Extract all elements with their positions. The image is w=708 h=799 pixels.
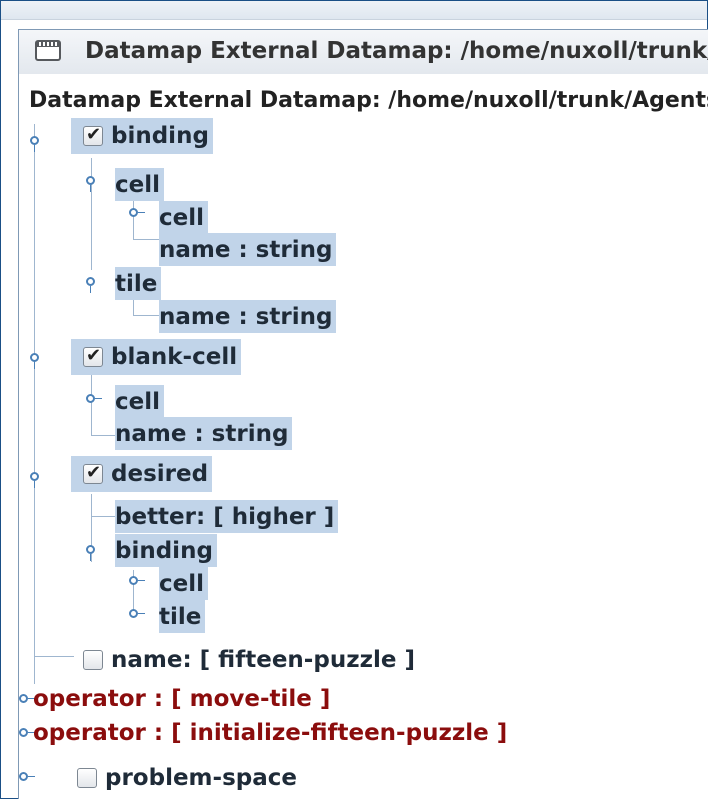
tree-line xyxy=(34,656,74,657)
tree-line xyxy=(34,124,35,684)
checkbox-checked-icon[interactable] xyxy=(83,124,103,146)
tree-line xyxy=(133,315,159,316)
tree-node-operator-initialize[interactable]: operator : [ initialize-fifteen-puzzle ] xyxy=(33,718,511,748)
tree-line xyxy=(91,158,92,270)
checkbox-checked-icon[interactable] xyxy=(83,345,103,367)
tree-root-label[interactable]: Datamap External Datamap: /home/nuxoll/t… xyxy=(29,88,708,113)
tree-node-operator-move-tile[interactable]: operator : [ move-tile ] xyxy=(33,684,334,714)
expand-handle-icon[interactable] xyxy=(86,545,95,561)
window-title: Datamap External Datamap: /home/nuxoll/t… xyxy=(85,38,708,64)
tree-node-better[interactable]: better: [ higher ] xyxy=(115,500,339,533)
tree-node-problem-space[interactable]: problem-space xyxy=(65,760,301,796)
expand-handle-icon[interactable] xyxy=(30,353,39,369)
collapse-handle-icon[interactable] xyxy=(19,694,35,703)
tree-node-attribute[interactable]: name : string xyxy=(115,417,293,450)
tree-node-attribute[interactable]: name : string xyxy=(159,300,337,333)
tree-node-cell[interactable]: cell xyxy=(115,385,165,418)
tree-line xyxy=(91,374,92,435)
internal-frame-titlebar[interactable]: Datamap External Datamap: /home/nuxoll/t… xyxy=(18,29,708,75)
tree-node-binding[interactable]: binding xyxy=(115,534,217,567)
window-icon xyxy=(35,40,61,61)
tree-node-binding[interactable]: binding xyxy=(71,118,213,154)
tree-line xyxy=(91,435,115,436)
expand-handle-icon[interactable] xyxy=(86,277,95,293)
expand-handle-icon[interactable] xyxy=(86,176,95,192)
tree-node-attribute[interactable]: name : string xyxy=(159,233,337,266)
tree-node-blank-cell[interactable]: blank-cell xyxy=(71,339,242,375)
tree-line xyxy=(133,199,134,239)
checkbox-unchecked-icon[interactable] xyxy=(77,768,97,788)
collapse-handle-icon[interactable] xyxy=(129,609,145,618)
collapse-handle-icon[interactable] xyxy=(19,772,35,781)
tree-node-desired[interactable]: desired xyxy=(71,456,213,492)
tree-node-cell[interactable]: cell xyxy=(159,567,209,600)
window-top-strip xyxy=(1,1,707,20)
collapse-handle-icon[interactable] xyxy=(129,576,145,585)
datamap-tree[interactable]: Datamap External Datamap: /home/nuxoll/t… xyxy=(18,74,708,799)
checkbox-unchecked-icon[interactable] xyxy=(83,650,103,670)
collapse-handle-icon[interactable] xyxy=(86,394,102,403)
collapse-handle-icon[interactable] xyxy=(19,728,35,737)
tree-line xyxy=(133,239,159,240)
tree-line xyxy=(91,516,115,517)
collapse-handle-icon[interactable] xyxy=(129,208,145,217)
expand-handle-icon[interactable] xyxy=(30,136,39,152)
tree-node-tile[interactable]: tile xyxy=(115,267,162,300)
checkbox-checked-icon[interactable] xyxy=(83,462,103,484)
tree-node-tile[interactable]: tile xyxy=(159,600,206,633)
tree-node-cell[interactable]: cell xyxy=(115,168,165,201)
tree-node-name[interactable]: name: [ fifteen-puzzle ] xyxy=(71,642,419,678)
expand-handle-icon[interactable] xyxy=(30,472,39,488)
tree-node-cell[interactable]: cell xyxy=(159,201,209,234)
